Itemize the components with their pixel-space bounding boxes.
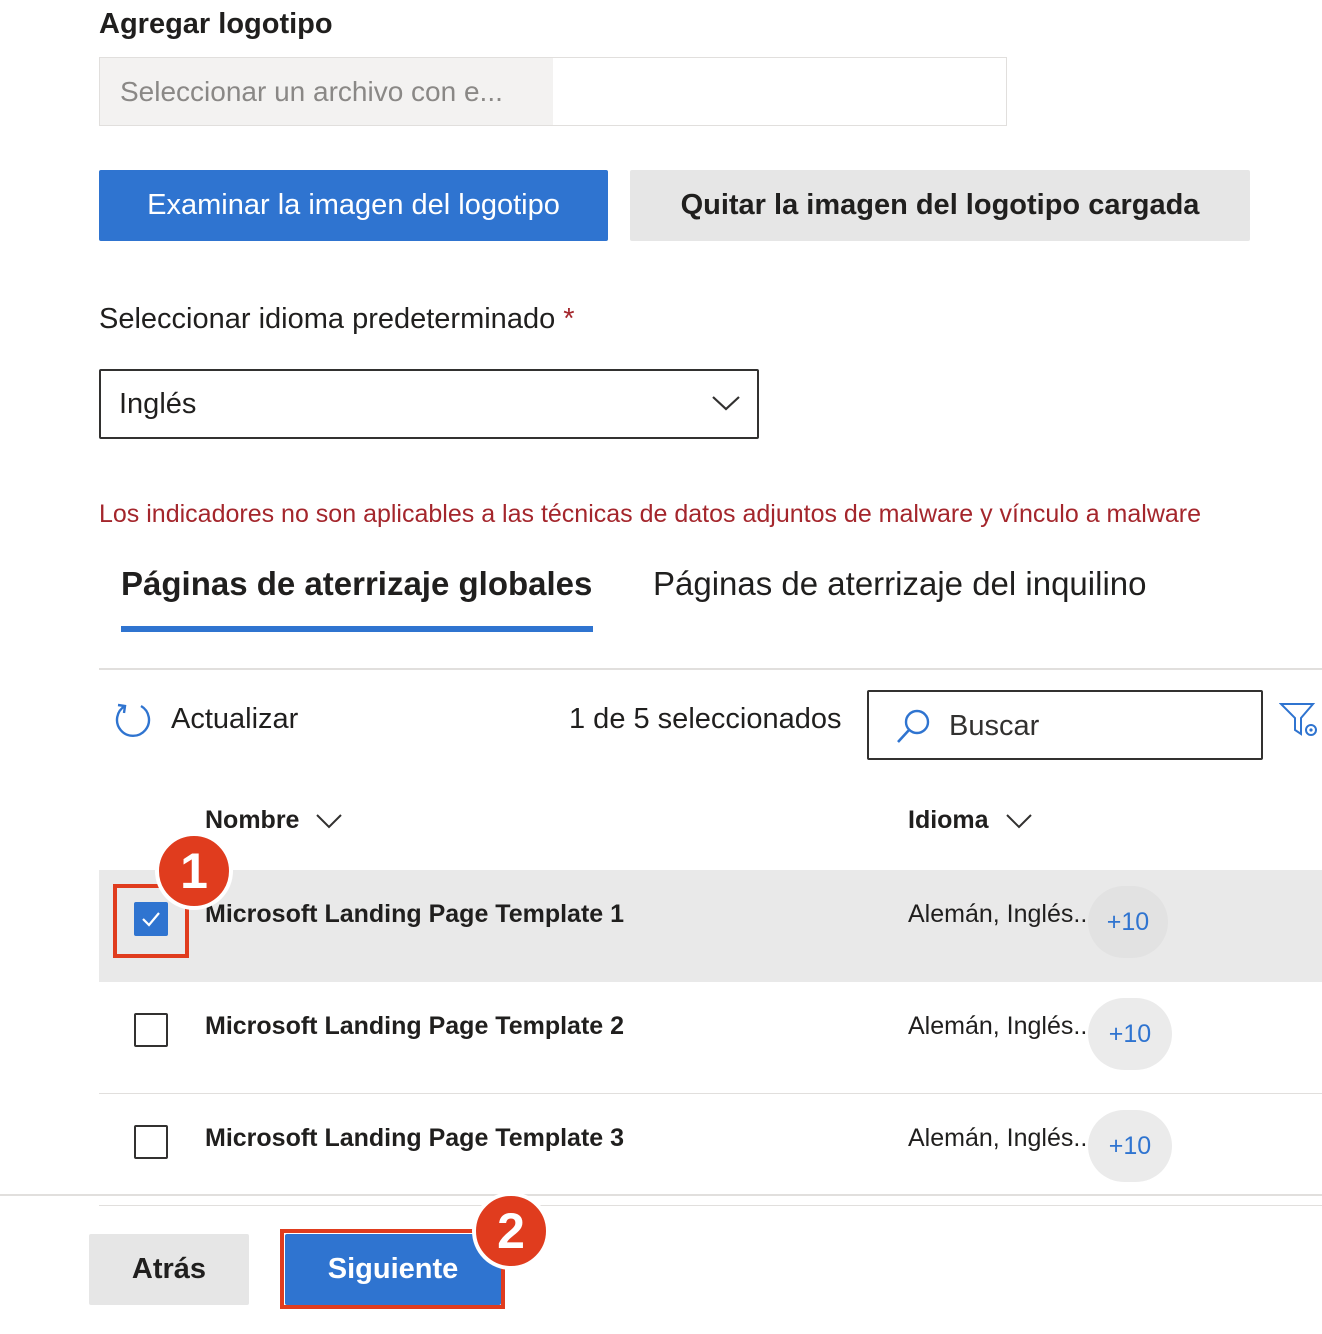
tab-tenant-landing-pages[interactable]: Páginas de aterrizaje del inquilino xyxy=(653,565,1147,603)
chevron-down-icon xyxy=(1005,813,1032,828)
remove-logo-button[interactable]: Quitar la imagen del logotipo cargada xyxy=(630,170,1250,241)
table-row[interactable]: Microsoft Landing Page Template 1 Alemán… xyxy=(99,870,1322,982)
row-name: Microsoft Landing Page Template 3 xyxy=(205,1124,625,1152)
search-icon xyxy=(897,709,930,743)
search-input[interactable]: Buscar xyxy=(867,690,1263,760)
more-languages-badge[interactable]: +10 xyxy=(1088,998,1172,1070)
default-language-label: Seleccionar idioma predeterminado * xyxy=(99,303,575,336)
language-dropdown-value: Inglés xyxy=(119,388,197,420)
browse-logo-button[interactable]: Examinar la imagen del logotipo xyxy=(99,170,608,241)
column-header-language[interactable]: Idioma xyxy=(908,806,1033,835)
footer-divider xyxy=(0,1194,1322,1196)
tabs-divider xyxy=(99,668,1322,670)
chevron-down-icon xyxy=(316,813,343,828)
language-dropdown[interactable]: Inglés xyxy=(99,369,759,439)
row-checkbox[interactable] xyxy=(134,1013,168,1047)
row-languages: Alemán, Inglés.. xyxy=(908,1124,1088,1152)
row-name: Microsoft Landing Page Template 2 xyxy=(205,1012,625,1040)
row-checkbox[interactable] xyxy=(134,1125,168,1159)
chevron-down-icon xyxy=(712,396,740,411)
selection-count: 1 de 5 seleccionados xyxy=(569,703,842,735)
tab-global-landing-pages[interactable]: Páginas de aterrizaje globales xyxy=(121,565,592,603)
indicators-warning: Los indicadores no son aplicables a las … xyxy=(99,500,1202,528)
default-language-label-text: Seleccionar idioma predeterminado xyxy=(99,303,556,335)
refresh-icon xyxy=(115,703,151,738)
step-1-callout: 1 xyxy=(155,832,233,910)
column-header-language-label: Idioma xyxy=(908,806,989,834)
step-2-callout: 2 xyxy=(472,1192,550,1270)
row-languages: Alemán, Inglés.. xyxy=(908,900,1088,928)
row-languages: Alemán, Inglés.. xyxy=(908,1012,1088,1040)
file-input-placeholder: Seleccionar un archivo con e... xyxy=(100,58,553,125)
required-asterisk: * xyxy=(563,303,575,335)
add-logo-label: Agregar logotipo xyxy=(99,8,333,40)
table-row[interactable]: Microsoft Landing Page Template 3 Alemán… xyxy=(99,1094,1322,1206)
column-header-name[interactable]: Nombre xyxy=(205,806,343,835)
more-languages-badge[interactable]: +10 xyxy=(1088,1110,1172,1182)
search-placeholder: Buscar xyxy=(949,710,1040,742)
back-button[interactable]: Atrás xyxy=(89,1234,249,1305)
next-button-highlight xyxy=(280,1229,505,1309)
refresh-label: Actualizar xyxy=(171,702,299,735)
row-name: Microsoft Landing Page Template 1 xyxy=(205,900,625,928)
column-header-name-label: Nombre xyxy=(205,806,300,834)
table-row[interactable]: Microsoft Landing Page Template 2 Alemán… xyxy=(99,982,1322,1094)
active-tab-indicator xyxy=(121,626,593,632)
more-languages-badge[interactable]: +10 xyxy=(1088,886,1168,958)
filter-settings-icon[interactable] xyxy=(1279,700,1319,740)
logo-file-input[interactable]: Seleccionar un archivo con e... xyxy=(99,57,1007,126)
refresh-button[interactable]: Actualizar xyxy=(113,698,298,740)
